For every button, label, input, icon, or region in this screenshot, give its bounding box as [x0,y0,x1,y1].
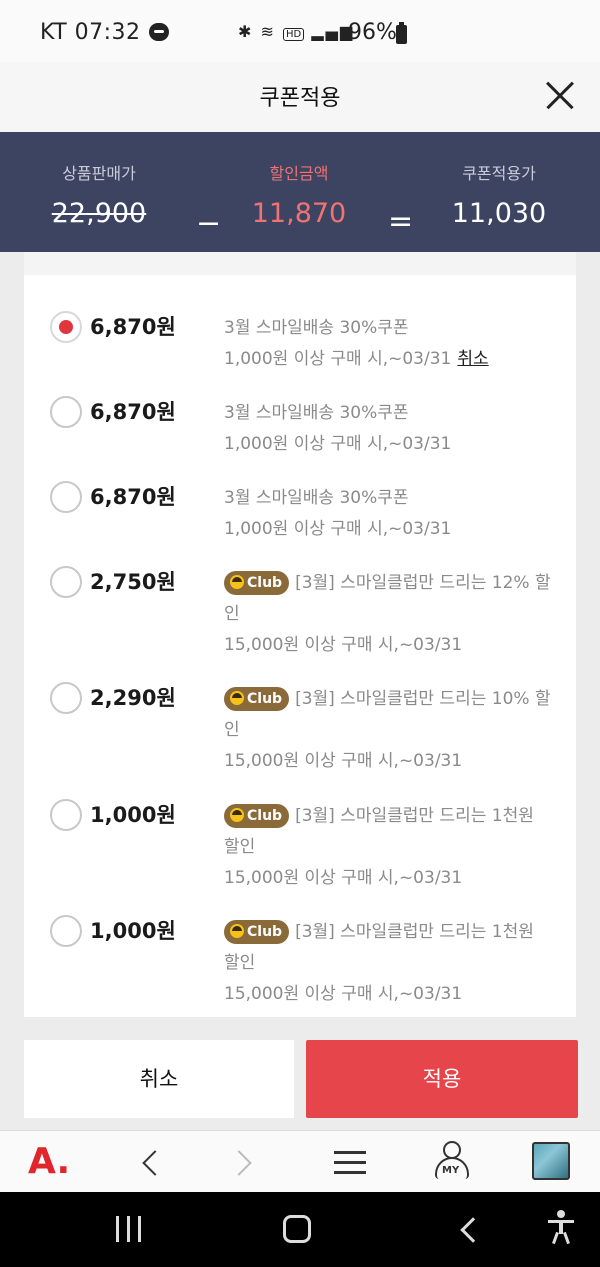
coupon-condition: 15,000원 이상 구매 시,~03/31 [224,635,463,655]
status-bar: KT 07:32 ✱ ≋ HD ▂▄▆ 96% [0,0,600,62]
coupon-radio[interactable] [50,566,82,598]
recent-apps-icon[interactable] [116,1216,142,1242]
page-title: 쿠폰적용 [259,86,341,111]
coupon-condition: 1,000원 이상 구매 시,~03/31 [224,349,452,369]
coupon-description: Club [3월] 스마일클럽만 드리는 1천원 할인 15,000원 이상 구매… [224,801,554,894]
club-badge: Club [224,920,290,944]
carrier-time: KT 07:32 [40,20,169,45]
my-page-icon[interactable]: MY [434,1141,470,1183]
forward-arrow-icon[interactable] [234,1148,252,1176]
bluetooth-icon: ✱ [238,22,254,41]
original-price: 상품판매가 22,900 [40,160,158,229]
wifi-icon: ≋ [260,22,276,41]
coupon-condition: 1,000원 이상 구매 시,~03/31 [224,519,452,539]
coupon-amount: 6,870원 [90,485,176,509]
club-badge: Club [224,687,290,711]
discount-amount: 할인금액 11,870 [240,160,358,229]
apply-button[interactable]: 적용 [306,1040,578,1118]
discount-label: 할인금액 [269,164,329,183]
coupon-description: Club [3월] 스마일클럽만 드리는 10% 할인 15,000원 이상 구매… [224,684,554,777]
discount-value: 11,870 [251,198,347,229]
coupon-radio[interactable] [50,396,82,428]
original-price-value: 22,900 [51,198,147,229]
coupon-amount: 2,750원 [90,570,176,594]
my-label: MY [442,1165,460,1176]
status-icons: ✱ ≋ HD ▂▄▆ [238,22,354,41]
smile-club-icon [230,808,244,822]
coupon-description: 3월 스마일배송 30%쿠폰 1,000원 이상 구매 시,~03/31 [224,398,554,460]
coupon-description: Club [3월] 스마일클럽만 드리는 12% 할인 15,000원 이상 구매… [224,568,554,661]
coupon-condition: 15,000원 이상 구매 시,~03/31 [224,984,463,1004]
final-price: 쿠폰적용가 11,030 [440,160,558,229]
menu-icon[interactable] [334,1149,366,1175]
coupon-radio[interactable] [50,481,82,513]
hd-icon: HD [283,28,305,41]
coupon-amount: 1,000원 [90,803,176,827]
coupon-condition: 1,000원 이상 구매 시,~03/31 [224,434,452,454]
final-price-label: 쿠폰적용가 [462,164,536,183]
final-price-value: 11,030 [451,198,547,229]
coupon-condition: 15,000원 이상 구매 시,~03/31 [224,868,463,888]
coupon-description: 3월 스마일배송 30%쿠폰 1,000원 이상 구매 시,~03/31 취소 [224,313,554,375]
coupon-radio[interactable] [50,799,82,831]
card-top-strip [24,252,576,275]
message-icon [148,23,169,41]
battery-percent: 96% [348,20,397,45]
browser-toolbar: A. MY [0,1130,600,1192]
coupon-cancel-link[interactable]: 취소 [457,349,488,369]
coupon-title: 3월 스마일배송 30%쿠폰 [224,318,409,338]
smile-club-icon [230,691,244,705]
club-badge: Club [224,571,290,595]
original-price-label: 상품판매가 [62,164,136,183]
coupon-amount: 6,870원 [90,315,176,339]
battery-icon [396,22,407,44]
nav-back-icon[interactable] [458,1214,474,1244]
smile-club-icon [230,575,244,589]
coupon-amount: 1,000원 [90,919,176,943]
tabs-thumbnail-icon[interactable] [532,1142,570,1180]
action-bar: 취소 적용 [0,1022,600,1130]
home-icon[interactable] [283,1215,311,1243]
accessibility-icon[interactable] [546,1210,576,1245]
coupon-description: 3월 스마일배송 30%쿠폰 1,000원 이상 구매 시,~03/31 [224,483,554,545]
club-badge: Club [224,804,290,828]
price-summary: 상품판매가 22,900 − 할인금액 11,870 = 쿠폰적용가 11,03… [0,132,600,252]
coupon-description: Club [3월] 스마일클럽만 드리는 1천원 할인 15,000원 이상 구매… [224,917,554,1010]
coupon-radio[interactable] [50,682,82,714]
coupon-radio-selected[interactable] [50,311,82,343]
minus-sign: − [196,206,222,241]
coupon-amount: 2,290원 [90,686,176,710]
coupon-amount: 6,870원 [90,400,176,424]
close-icon[interactable] [544,80,576,112]
coupon-condition: 15,000원 이상 구매 시,~03/31 [224,751,463,771]
cancel-button[interactable]: 취소 [24,1040,294,1118]
smile-club-icon [230,924,244,938]
coupon-title: 3월 스마일배송 30%쿠폰 [224,488,409,508]
back-arrow-icon[interactable] [140,1148,158,1176]
coupon-radio[interactable] [50,915,82,947]
system-nav-bar [0,1192,600,1267]
dialog-header: 쿠폰적용 [0,62,600,132]
equals-sign: = [388,204,414,239]
coupon-title: 3월 스마일배송 30%쿠폰 [224,403,409,423]
